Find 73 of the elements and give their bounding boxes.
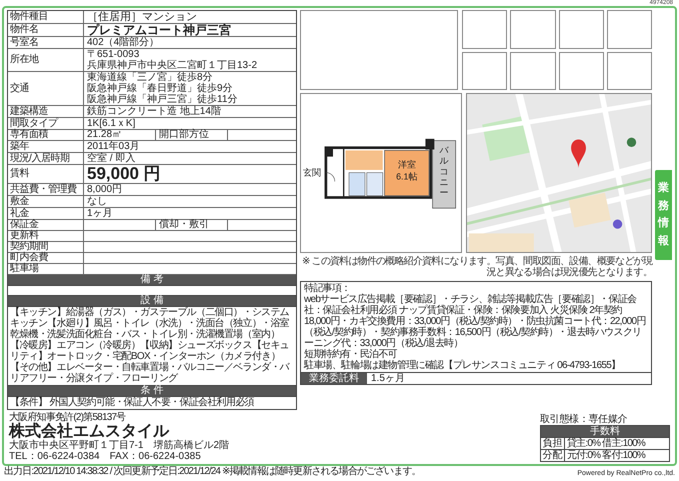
row-label: 賃料: [8, 165, 84, 183]
table-cell-text: 元付:0% 客付:100%: [566, 450, 646, 461]
row-value: 21.28㎡: [84, 130, 156, 140]
row-label: 物件名: [8, 24, 84, 36]
balcony-label: バルコニー: [440, 144, 449, 198]
entrance-label: 玄関: [302, 166, 321, 177]
row-label: 所在地: [8, 49, 84, 71]
row-label: 物件種目: [8, 11, 84, 23]
row-value: 2011年03月: [86, 141, 141, 152]
row-value: なし: [86, 196, 108, 207]
row-label: 現況/入居時期: [8, 153, 84, 164]
address-text: 兵庫県神戸市中央区二宮町１丁目13-2: [87, 60, 258, 71]
company-address: 大阪市中央区平野町１丁目7-1 堺筋高橋ビル2階: [9, 440, 230, 451]
row-value: 8,000円: [86, 184, 124, 195]
row-label: 建築構造: [8, 106, 84, 117]
row-value: 1ヶ月: [86, 208, 114, 219]
row-value: 1K[6.1ｘK]: [86, 118, 136, 129]
rent-price: 59,000 円: [86, 165, 162, 183]
row-label: 契約期間: [8, 242, 84, 252]
company-name: 株式会社エムスタイル: [9, 423, 170, 440]
output-date-text: 出力日:2021/12/10 14:38:32 / 次回更新予定日:2021/12/24 ※掲載情報は随時更新される場合がございます。: [4, 466, 421, 478]
row-label: 専有面積: [8, 130, 84, 140]
photo-frame: [558, 52, 604, 90]
fee-label: 業務委託料: [301, 373, 367, 384]
row-label: 交通: [8, 72, 84, 105]
photo-frame: [510, 52, 556, 90]
photo-frame: [510, 10, 556, 48]
table-cell: 負担: [541, 438, 565, 449]
access-line: 東海道線「三ノ宮」徒歩8分: [87, 72, 213, 83]
access-line: 阪急神戸線「春日野道」徒歩9分: [87, 83, 234, 94]
row-value: 空室 / 即入: [86, 153, 136, 164]
row-label: 築年: [8, 141, 84, 152]
row-label: 開口部方位: [156, 130, 228, 140]
room-label: 洋室: [398, 158, 416, 169]
remarks-text: 駐車場、駐輪場は建物管理に確認【プレサンスコミュニティ 06-4793-1655】: [304, 360, 622, 371]
property-type: ［住居用］マンション: [86, 11, 198, 23]
remarks-title: 特記事項：: [304, 283, 352, 294]
table-cell-text: 貸主:0% 借主:100%: [566, 438, 646, 449]
table-header: 手数料: [541, 426, 669, 437]
photo-frame: [462, 10, 508, 48]
room-size: 6.1帖: [396, 171, 418, 182]
row-label: 共益費・管理費: [8, 184, 84, 195]
remarks-text: 短期特約有・民泊不可: [304, 349, 398, 360]
row-label: 敷金: [8, 196, 84, 207]
side-tab[interactable]: 業務情報: [655, 170, 672, 260]
fee-value: 1.5ヶ月: [370, 373, 406, 384]
row-label: 駐車場: [8, 264, 84, 274]
row-label: 償却・敷引: [156, 220, 228, 230]
row-label: 号室名: [8, 37, 84, 48]
company-contact: TEL：06-6224-0384 FAX：06-6224-0385: [9, 451, 202, 462]
photo-frame: [462, 52, 508, 90]
section-text: 【条件】 外国人契約可能・保証人不要・保証会社利用必須: [9, 397, 255, 409]
row-label: 礼金: [8, 208, 84, 219]
table-cell: 分配: [541, 450, 565, 461]
disclaimer-text: ※ この資料は物件の概略紹介資料になります。写真、間取図面、設備、概要などが現況と異なる場合は現況優先となります。: [301, 256, 652, 278]
row-value: 402（4階部分）: [86, 37, 160, 48]
license-number: 大阪府知事免許(2)第58137号: [9, 413, 126, 423]
property-name: プレミアムコート神戸三宮: [86, 24, 232, 36]
row-value: 鉄筋コンクリート造 地上14階: [86, 106, 222, 117]
section-header: 条 件: [8, 386, 296, 397]
postal-code: 〒651-0093: [87, 49, 140, 60]
row-label: 間取タイプ: [8, 118, 84, 129]
row-label: 更新料: [8, 231, 84, 241]
section-header: 備 考: [8, 275, 296, 286]
section-header: 設 備: [8, 296, 296, 307]
remarks-text: webサービス広告掲載［要確認］・チラシ、雑誌等掲載広告［要確認］・保証会社：保証会社利用必須 ナップ賃貸保証・保険：保険要加入 火災保険 2年契約 18,000円・カギ交換費用：33,000円（税込/契約時）・防虫抗菌コート代：22,000円（税込/契約時）・契約事務手数料：16,500円（税込/契約時）・退去時ハウスクリーニング代：33,000円（税込/退去時）: [304, 294, 647, 349]
row-label: 町内会費: [8, 253, 84, 263]
transaction-type: 取引態様：専任媒介: [540, 414, 628, 425]
access-line: 阪急神戸線「神戸三宮」徒歩11分: [87, 94, 238, 105]
photo-frame: [606, 10, 652, 48]
photo-frame: [606, 52, 652, 90]
photo-frame: [558, 10, 604, 48]
row-label: 保証金: [8, 220, 84, 230]
